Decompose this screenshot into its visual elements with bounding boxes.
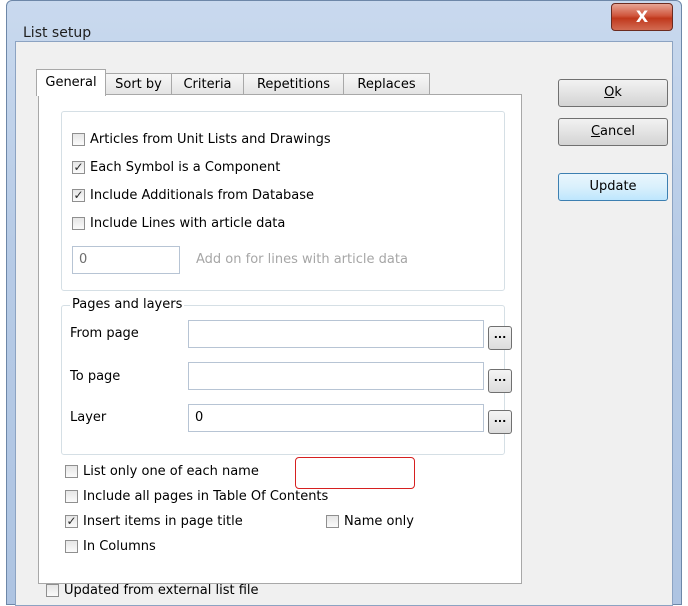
option-label: In Columns: [83, 539, 156, 554]
pages-layers-group: Pages and layers From page ... To page .…: [61, 297, 512, 455]
checkbox-icon[interactable]: [65, 490, 78, 503]
option-label: Each Symbol is a Component: [90, 160, 281, 175]
option-label: Name only: [344, 514, 414, 529]
option-include-toc[interactable]: Include all pages in Table Of Contents: [65, 489, 328, 504]
option-list-only-one[interactable]: List only one of each name: [65, 464, 259, 479]
option-label: Insert items in page title: [83, 514, 243, 529]
window-title: List setup: [23, 25, 92, 41]
layer-label: Layer: [70, 410, 107, 425]
option-label: Updated from external list file: [64, 583, 259, 598]
layer-input[interactable]: 0: [188, 404, 484, 432]
tab-criteria[interactable]: Criteria: [171, 73, 244, 95]
option-articles-from-unit-lists[interactable]: Articles from Unit Lists and Drawings: [72, 132, 331, 147]
option-include-additionals[interactable]: ✓ Include Additionals from Database: [72, 188, 314, 203]
from-page-input[interactable]: [188, 320, 484, 348]
ok-label-rest: k: [614, 85, 622, 100]
checkbox-checked-icon[interactable]: ✓: [72, 189, 85, 202]
from-page-label: From page: [70, 326, 139, 341]
to-page-label: To page: [70, 369, 121, 384]
tab-general[interactable]: General: [36, 69, 106, 96]
option-name-only[interactable]: Name only: [326, 514, 414, 529]
dialog-client-area: General Sort by Criteria Repetitions Rep…: [15, 41, 673, 606]
ok-button[interactable]: Ok: [558, 79, 668, 107]
checkbox-checked-icon[interactable]: ✓: [65, 515, 78, 528]
title-bar[interactable]: List setup X: [7, 1, 681, 41]
name-only-highlight: [295, 457, 415, 489]
checkbox-icon[interactable]: [65, 540, 78, 553]
checkbox-checked-icon[interactable]: ✓: [72, 161, 85, 174]
tab-sort-by[interactable]: Sort by: [105, 73, 172, 95]
to-page-browse-button[interactable]: ...: [488, 369, 512, 393]
from-page-browse-button[interactable]: ...: [488, 326, 512, 350]
to-page-input[interactable]: [188, 362, 484, 390]
pages-layers-title: Pages and layers: [70, 297, 185, 312]
cancel-button[interactable]: Cancel: [558, 118, 668, 146]
checkbox-icon[interactable]: [46, 584, 59, 597]
close-button[interactable]: X: [611, 3, 673, 31]
option-label: List only one of each name: [83, 464, 259, 479]
option-label: Include Lines with article data: [90, 216, 286, 231]
layer-browse-button[interactable]: ...: [488, 410, 512, 434]
checkbox-icon[interactable]: [65, 465, 78, 478]
update-button[interactable]: Update: [558, 173, 668, 201]
ok-mnemonic: O: [604, 85, 615, 100]
cancel-mnemonic: C: [590, 124, 601, 139]
tab-repetitions[interactable]: Repetitions: [243, 73, 344, 95]
list-setup-dialog: List setup X General Sort by Criteria Re…: [6, 0, 682, 606]
option-in-columns[interactable]: In Columns: [65, 539, 156, 554]
checkbox-icon[interactable]: [326, 515, 339, 528]
general-tab-panel: Articles from Unit Lists and Drawings ✓ …: [38, 94, 522, 584]
option-insert-items-page-title[interactable]: ✓ Insert items in page title: [65, 514, 243, 529]
option-include-lines-article-data[interactable]: Include Lines with article data: [72, 216, 285, 231]
checkbox-icon[interactable]: [72, 133, 85, 146]
cancel-label-rest: ancel: [600, 124, 636, 139]
option-label: Articles from Unit Lists and Drawings: [90, 132, 331, 147]
addon-lines-input[interactable]: 0: [72, 246, 180, 274]
checkbox-icon[interactable]: [72, 217, 85, 230]
addon-lines-label: Add on for lines with article data: [196, 252, 408, 267]
options-group: Articles from Unit Lists and Drawings ✓ …: [61, 111, 505, 291]
option-label: Include all pages in Table Of Contents: [83, 489, 329, 504]
tab-replaces[interactable]: Replaces: [343, 73, 430, 95]
option-updated-external-list[interactable]: Updated from external list file: [46, 583, 259, 598]
option-each-symbol-component[interactable]: ✓ Each Symbol is a Component: [72, 160, 280, 175]
option-label: Include Additionals from Database: [90, 188, 315, 203]
